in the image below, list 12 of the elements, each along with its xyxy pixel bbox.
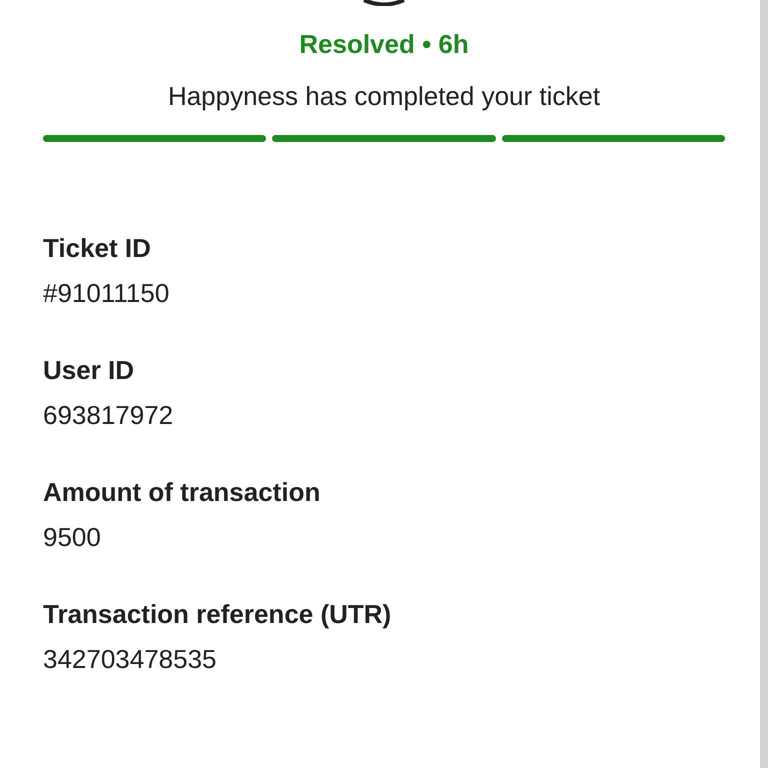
status-icon: [362, 0, 406, 6]
field-label: Amount of transaction: [43, 476, 322, 508]
field-label: Ticket ID: [43, 232, 152, 264]
status-label: Resolved • 6h: [298, 28, 470, 60]
status-message: Happyness has completed your ticket: [166, 80, 602, 112]
field-label: User ID: [43, 354, 136, 386]
field-value: 693817972: [43, 399, 174, 431]
field-value: #91011150: [43, 277, 170, 309]
field-label: Transaction reference (UTR): [43, 598, 392, 630]
field-value: 9500: [43, 521, 102, 553]
scrollbar[interactable]: [760, 0, 768, 768]
field-value: 342703478535: [43, 643, 218, 675]
